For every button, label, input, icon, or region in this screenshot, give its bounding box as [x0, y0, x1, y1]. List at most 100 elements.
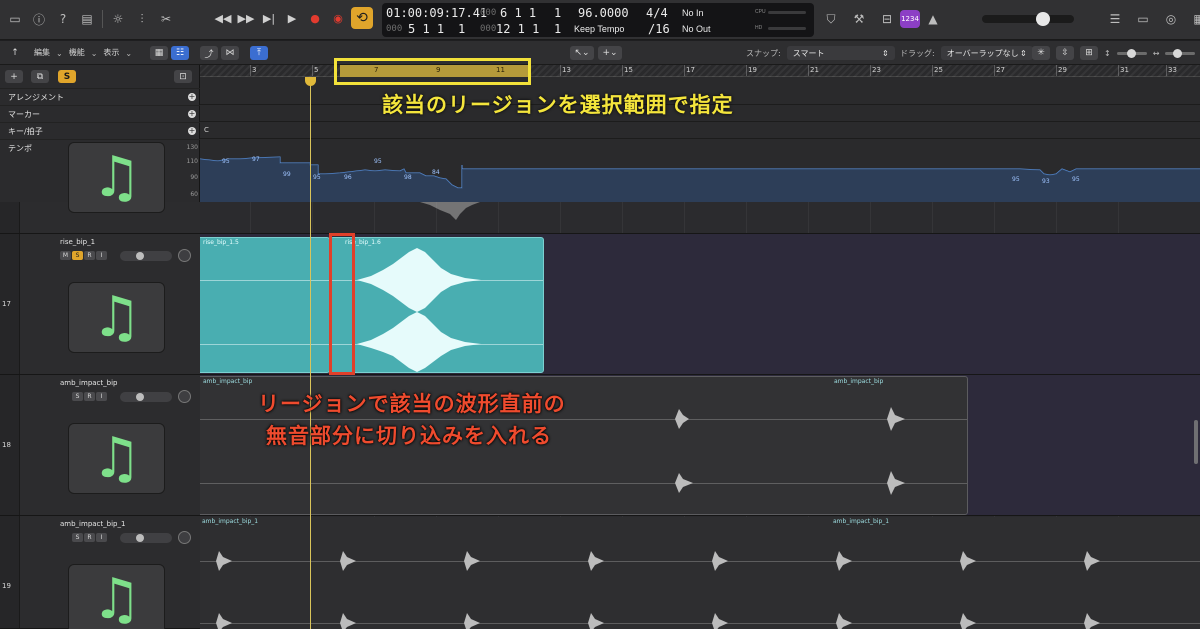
pan-knob[interactable]: [178, 390, 191, 403]
catch-icon[interactable]: ⤒: [250, 46, 268, 60]
chevron-updown-icon: ⇕: [1020, 48, 1027, 58]
functions-menu[interactable]: 機能: [63, 46, 91, 60]
drag-label: ドラッグ:: [900, 48, 935, 58]
track-header-amb-impact-bip-1[interactable]: 19 amb_impact_bip_1 S R I ♫: [0, 516, 200, 629]
annotation-yellow-text: 該当のリージョンを選択範囲で指定: [382, 93, 734, 117]
cycle-start-ticks: 1: [458, 22, 466, 36]
record-enable-button[interactable]: R: [84, 533, 95, 542]
list-editors-icon[interactable]: ☰: [1106, 10, 1124, 28]
audio-region[interactable]: amb_impact_bip_1 amb_impact_bip_1: [200, 517, 1200, 629]
duplicate-track-icon[interactable]: ⧉: [31, 70, 49, 83]
pan-knob[interactable]: [178, 531, 191, 544]
flex-icon[interactable]: ⋈: [221, 46, 239, 60]
inspector-icon[interactable]: ⓘ: [30, 10, 48, 28]
input-monitor-button[interactable]: I: [96, 392, 107, 401]
track-header-amb-impact-bip[interactable]: 18 amb_impact_bip S R I ♫: [0, 375, 200, 516]
track-header-partial[interactable]: ♫: [0, 142, 200, 234]
fit-all-icon[interactable]: ⊞: [1080, 46, 1098, 60]
go-to-beginning-button[interactable]: ▶|: [259, 7, 279, 29]
solo-button[interactable]: S: [72, 251, 83, 260]
autopunch-icon[interactable]: ⊟: [878, 10, 896, 28]
solo-button[interactable]: S: [72, 533, 83, 542]
vertical-zoom-slider[interactable]: [1116, 48, 1147, 58]
input-monitor-button[interactable]: I: [96, 251, 107, 260]
fit-icon[interactable]: ⇳: [1056, 46, 1074, 60]
back-button[interactable]: ↑: [6, 46, 24, 60]
global-track-marker[interactable]: マーカー +: [0, 105, 200, 122]
tempo-point-label: 97: [252, 156, 260, 163]
pan-knob[interactable]: [178, 249, 191, 262]
capture-recording-button[interactable]: ◉: [328, 7, 348, 29]
playhead[interactable]: [310, 77, 311, 629]
record-enable-button[interactable]: R: [84, 392, 95, 401]
editors-icon[interactable]: ✂: [157, 10, 175, 28]
volume-knob[interactable]: [136, 534, 144, 542]
notepad-icon[interactable]: ▭: [1134, 10, 1152, 28]
rewind-button[interactable]: ◀◀: [213, 7, 233, 29]
track-name[interactable]: rise_bip_1: [60, 238, 95, 246]
library-icon[interactable]: ▭: [6, 10, 24, 28]
marquee-tool-icon[interactable]: +⌄: [598, 46, 622, 60]
track-name[interactable]: amb_impact_bip: [60, 379, 117, 387]
volume-knob[interactable]: [136, 252, 144, 260]
drag-select[interactable]: オーバーラップなし ⇕: [940, 46, 1033, 60]
forward-button[interactable]: ▶▶: [236, 7, 256, 29]
view-menu[interactable]: 表示: [97, 46, 125, 60]
global-solo-button[interactable]: S: [58, 70, 76, 83]
waveform-zoom-icon[interactable]: ✳: [1032, 46, 1050, 60]
plus-icon[interactable]: +: [188, 93, 196, 101]
tuner-icon[interactable]: ⚒: [850, 10, 868, 28]
count-in-badge[interactable]: 1234: [900, 10, 920, 28]
vertical-zoom-knob[interactable]: [1126, 48, 1136, 58]
cpu-meter: [768, 11, 806, 14]
audio-region[interactable]: rise_bip_1.6: [330, 237, 544, 373]
tempo-lane[interactable]: 95 97 99 95 96 95 98 84 95 93 95: [200, 139, 1200, 202]
snap-select[interactable]: スマート ⇕: [786, 46, 895, 60]
lcd-display[interactable]: 01:00:09:17.41 000 6 1 1 1 000 5 1 1 1 0…: [382, 3, 814, 37]
play-button[interactable]: ▶: [282, 7, 302, 29]
track-volume-slider[interactable]: [120, 392, 172, 402]
loop-browser-icon[interactable]: ◎: [1162, 10, 1180, 28]
record-button[interactable]: ●: [305, 7, 325, 29]
track-lane-partial[interactable]: [200, 202, 1200, 234]
global-track-signature[interactable]: キー/拍子 +: [0, 122, 200, 139]
toolbar-icon[interactable]: ▤: [78, 10, 96, 28]
smart-controls-icon[interactable]: ☼: [109, 10, 127, 28]
global-tracks-icon[interactable]: ⊡: [174, 70, 192, 83]
track-icon: ♫: [68, 142, 165, 213]
cycle-button[interactable]: ⟲: [351, 7, 373, 29]
master-volume-slider[interactable]: [982, 12, 1074, 26]
mixer-icon[interactable]: ⫶: [133, 10, 151, 28]
add-track-button[interactable]: +: [5, 70, 23, 83]
plus-icon[interactable]: +: [188, 110, 196, 118]
track-volume-slider[interactable]: [120, 533, 172, 543]
global-track-arrangement[interactable]: アレンジメント +: [0, 88, 200, 105]
master-volume-knob[interactable]: [1036, 12, 1050, 26]
snap-value: スマート: [792, 48, 825, 58]
horizontal-zoom-knob[interactable]: [1173, 48, 1183, 58]
browser-icon[interactable]: ▦: [1190, 10, 1200, 28]
plus-icon[interactable]: +: [188, 127, 196, 135]
list-view-icon[interactable]: ☷: [171, 46, 189, 60]
automation-icon[interactable]: ⤴: [200, 46, 218, 60]
horizontal-zoom-slider[interactable]: [1165, 48, 1196, 58]
signature-lane[interactable]: C: [200, 122, 1200, 139]
track-header-rise-bip-1[interactable]: 17 rise_bip_1 M S R I ♫: [0, 234, 200, 375]
grid-view-icon[interactable]: ▦: [150, 46, 168, 60]
solo-button[interactable]: S: [72, 392, 83, 401]
track-volume-slider[interactable]: [120, 251, 172, 261]
volume-knob[interactable]: [136, 393, 144, 401]
track-lane-amb-impact-bip-1[interactable]: amb_impact_bip_1 amb_impact_bip_1: [200, 516, 1200, 629]
edit-menu[interactable]: 編集: [28, 46, 56, 60]
hd-label: HD: [755, 25, 763, 31]
record-enable-button[interactable]: R: [84, 251, 95, 260]
input-monitor-button[interactable]: I: [96, 533, 107, 542]
vertical-scrollbar[interactable]: [1194, 420, 1198, 464]
quick-help-icon[interactable]: ?: [54, 10, 72, 28]
mute-button[interactable]: M: [60, 251, 71, 260]
tempo-axis-label: 90: [190, 174, 198, 181]
track-name[interactable]: amb_impact_bip_1: [60, 520, 125, 528]
metronome-icon[interactable]: ▲: [924, 10, 942, 28]
pointer-tool-icon[interactable]: ↖⌄: [570, 46, 594, 60]
replace-icon[interactable]: ⛉: [822, 10, 840, 28]
